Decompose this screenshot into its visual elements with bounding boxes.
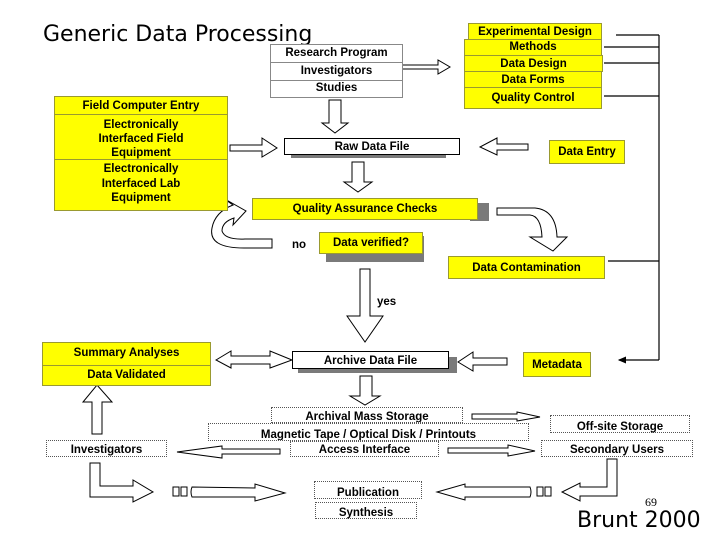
field-computer-entry-box: Field Computer Entry (54, 96, 228, 115)
arrow-summary-archive (214, 350, 294, 369)
research-program-box: Research Program (270, 44, 403, 63)
synthesis-box: Synthesis (315, 502, 417, 519)
arrow-research-to-design (401, 59, 451, 75)
arrow-dataentry-to-raw (478, 137, 529, 156)
experimental-design-box: Experimental Design (468, 23, 602, 40)
ellipsis-square (536, 486, 544, 497)
ellipsis-square (544, 486, 552, 497)
data-entry-box: Data Entry (549, 140, 625, 164)
methods-box: Methods (464, 39, 602, 56)
raw-data-file-box: Raw Data File (284, 138, 460, 155)
publication-box: Publication (314, 481, 422, 499)
secondary-users-box: Secondary Users (541, 440, 693, 457)
qa-checks-box: Quality Assurance Checks (252, 198, 478, 220)
archival-mass-storage-box: Archival Mass Storage (271, 407, 463, 423)
data-contamination-box: Data Contamination (448, 256, 605, 279)
summary-analyses-box: Summary Analyses (42, 342, 211, 366)
yes-label: yes (377, 296, 397, 308)
arrow-raw-to-qa (342, 161, 374, 193)
data-design-box: Data Design (464, 55, 603, 72)
arrow-research-to-raw (320, 99, 350, 134)
magnetic-tape-box: Magnetic Tape / Optical Disk / Printouts (208, 423, 529, 441)
arrow-storage-to-investigators (176, 445, 281, 459)
arrow-entry-to-raw (229, 137, 278, 158)
archive-data-file-box: Archive Data File (292, 351, 449, 369)
quality-control-box: Quality Control (464, 87, 602, 109)
arrow-access-to-secondary (447, 444, 536, 457)
arrow-to-publication (190, 483, 287, 502)
arrow-investigators-to-summary (81, 384, 114, 435)
arrow-metadata-to-archive (457, 351, 508, 372)
access-interface-box: Access Interface (290, 441, 439, 457)
arrow-qa-to-contamination (496, 207, 569, 252)
investigators-box: Investigators (270, 63, 403, 81)
studies-box: Studies (270, 81, 403, 98)
arrow-storage-to-offsite (471, 411, 541, 422)
arrow-secondary-to-publication (560, 458, 618, 502)
arrow-investigators-to-publication (89, 462, 155, 503)
citation: Brunt 2000 (577, 508, 701, 533)
research-stack: Research Program Investigators Studies (270, 44, 403, 98)
offsite-storage-box: Off-site Storage (550, 415, 690, 433)
investigators-box: Investigators (46, 440, 167, 457)
field-equipment-box: Electronically Interfaced Field Equipmen… (54, 115, 228, 160)
data-validated-box: Data Validated (42, 366, 211, 386)
no-label: no (292, 239, 307, 251)
data-verified-box: Data verified? (319, 232, 423, 254)
lab-equipment-box: Electronically Interfaced Lab Equipment (54, 160, 228, 211)
ellipsis-square (172, 486, 180, 497)
data-forms-box: Data Forms (464, 71, 602, 88)
arrow-archive-to-storage (348, 375, 382, 406)
metadata-box: Metadata (523, 352, 591, 377)
entry-stack: Field Computer Entry Electronically Inte… (54, 96, 228, 211)
arrow-from-secondary-to-publication (435, 483, 532, 501)
ellipsis-square (180, 486, 188, 497)
summary-stack: Summary Analyses Data Validated (42, 342, 211, 386)
